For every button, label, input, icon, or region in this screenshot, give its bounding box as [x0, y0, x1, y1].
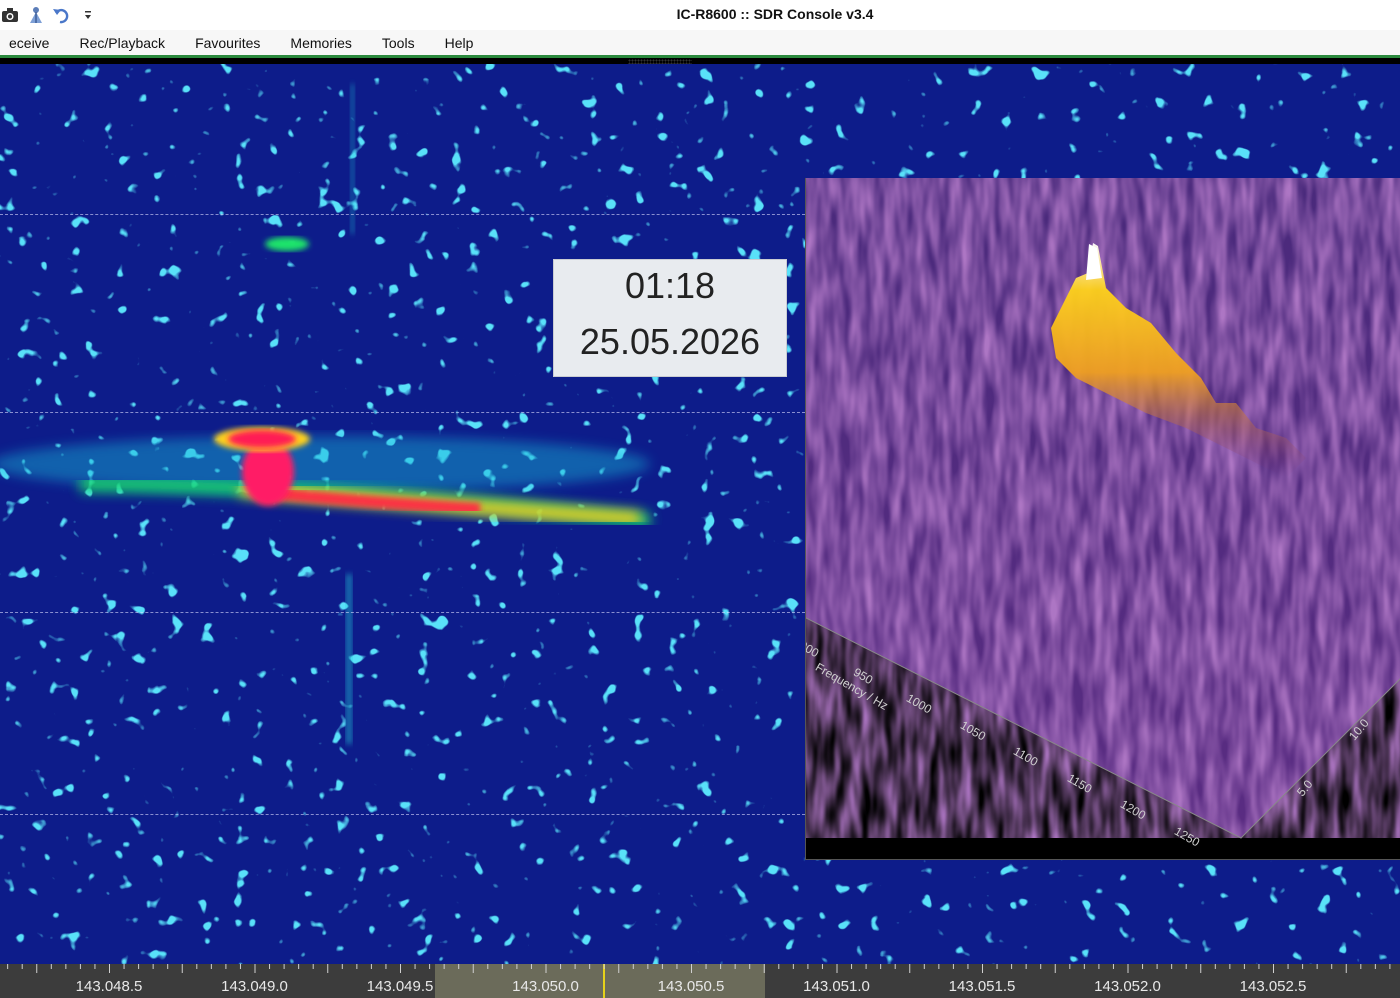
frequency-scale[interactable]: 143.048.5 143.049.0 143.049.5 143.050.0 143.… [0, 964, 1400, 998]
time-gridline [0, 814, 805, 815]
quick-access-toolbar [0, 5, 98, 25]
timestamp-time: 01:18 [624, 265, 716, 306]
frequency-scale-label: 143.052.0 [1094, 978, 1161, 995]
time-gridline [0, 412, 805, 413]
undo-icon[interactable] [52, 5, 72, 25]
frequency-scale-label: 143.051.5 [948, 978, 1016, 995]
frequency-scale-label: 143.050.0 [512, 978, 579, 995]
menu-tools[interactable]: Tools [367, 30, 430, 56]
window-title: IC-R8600 :: SDR Console v3.4 [676, 6, 874, 22]
frequency-scale-label: 143.051.0 [803, 978, 870, 995]
antenna-icon[interactable] [26, 5, 46, 25]
time-gridline [0, 612, 805, 613]
time-gridline [0, 214, 805, 215]
menu-bar: eceive Rec/Playback Favourites Memories … [0, 30, 1400, 58]
title-bar: IC-R8600 :: SDR Console v3.4 [0, 0, 1400, 30]
spectrum-3d-plot [806, 178, 1400, 839]
camera-icon[interactable] [0, 5, 20, 25]
frequency-scale-label: 143.049.5 [366, 978, 434, 995]
timestamp-date: 25.05.2026 [579, 321, 761, 362]
frequency-scale-label: 143.048.5 [75, 978, 143, 995]
menu-favourites[interactable]: Favourites [180, 30, 275, 56]
frequency-scale-label: 143.050.5 [657, 978, 725, 995]
frequency-scale-label: 143.049.0 [221, 978, 288, 995]
menu-rec-playback[interactable]: Rec/Playback [64, 30, 180, 56]
menu-memories[interactable]: Memories [275, 30, 366, 56]
timestamp-overlay: 01:18 25.05.2026 [553, 259, 787, 377]
menu-receive[interactable]: eceive [0, 30, 64, 56]
menu-help[interactable]: Help [430, 30, 489, 56]
customize-dropdown-icon[interactable] [78, 5, 98, 25]
frequency-scale-label: 143.052.5 [1239, 978, 1307, 995]
spectrum-3d-inset: 900 950 1000 1050 1100 1150 1200 1250 Frequency … [805, 178, 1400, 860]
